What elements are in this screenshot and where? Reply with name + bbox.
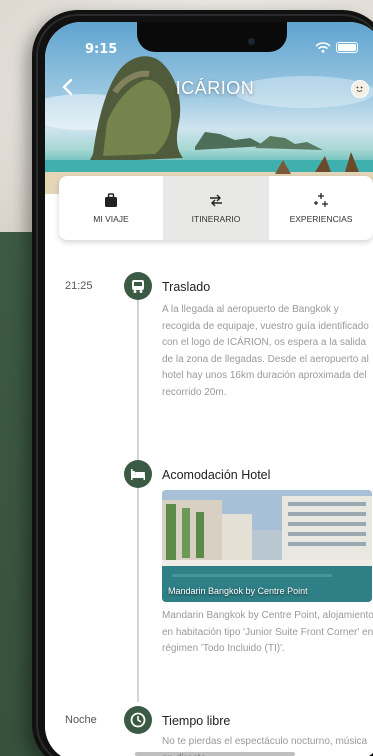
battery-icon [336, 42, 358, 53]
plane-arrows-icon [210, 194, 222, 207]
tab-label: MI VIAJE [93, 214, 129, 224]
clock-icon [124, 706, 152, 734]
home-indicator [135, 752, 295, 756]
avatar[interactable] [351, 80, 369, 98]
tab-label: EXPERIENCIAS [289, 214, 353, 224]
sparkle-icon [314, 193, 328, 207]
status-icons [315, 42, 358, 53]
itinerary-description: A la llegada al aeropuerto de Bangkok y … [162, 304, 369, 398]
app-screen: 9:15 ICÁRION MI VIAJE ITINERARIO EXPERIE… [45, 22, 373, 756]
wifi-icon [315, 42, 331, 53]
page-title: ICÁRION [175, 78, 255, 98]
notch [137, 22, 287, 52]
status-time: 9:15 [85, 42, 118, 57]
hotel-caption: Mandarin Bangkok by Centre Point [168, 586, 308, 596]
tab-experiencias[interactable]: EXPERIENCIAS [269, 176, 373, 240]
itinerary-time: 21:25 [65, 280, 93, 292]
hotel-image[interactable]: Mandarin Bangkok by Centre Point [162, 490, 372, 602]
transfer-bus-icon [124, 272, 152, 300]
itinerary-title: Traslado [162, 280, 211, 294]
tab-itinerario[interactable]: ITINERARIO [164, 176, 269, 240]
itinerary-time: Noche [65, 714, 97, 726]
bed-icon [124, 460, 152, 488]
suitcase-icon [105, 193, 117, 207]
tab-bar: MI VIAJE ITINERARIO EXPERIENCIAS [59, 176, 373, 240]
tab-mi-viaje[interactable]: MI VIAJE [59, 176, 164, 240]
itinerary-title: Acomodación Hotel [162, 468, 271, 482]
itinerary-description: Mandarin Bangkok by Centre Point, alojam… [162, 610, 373, 654]
itinerary-title: Tiempo libre [162, 714, 231, 728]
tab-label: ITINERARIO [191, 214, 241, 224]
face-icon [353, 82, 366, 95]
itinerary-list: 21:25 Traslado A la llegada al aeropuert… [45, 248, 373, 756]
front-camera [248, 38, 255, 45]
